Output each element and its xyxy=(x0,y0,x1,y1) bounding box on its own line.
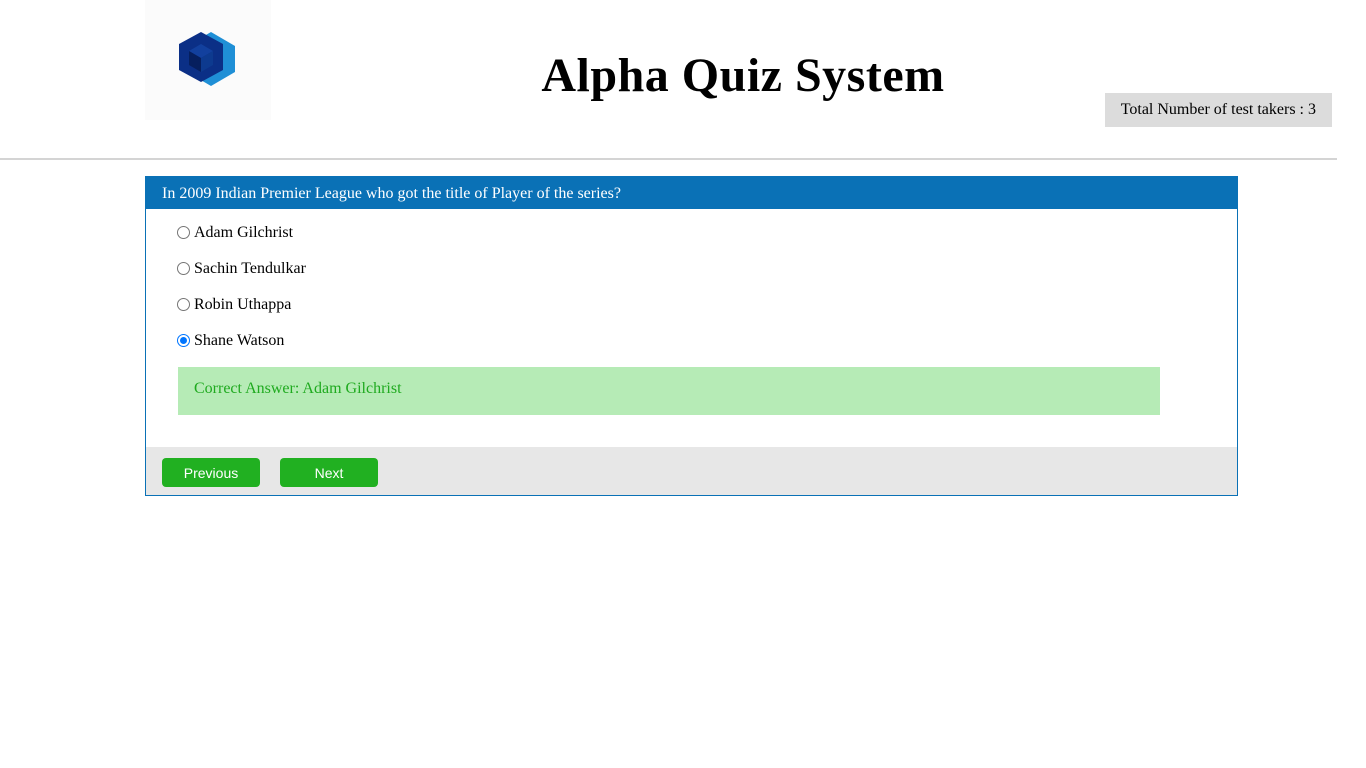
option-sachin-tendulkar[interactable]: Sachin Tendulkar xyxy=(177,258,306,280)
radio-button[interactable] xyxy=(177,225,190,239)
page: Alpha Quiz System Total Number of test t… xyxy=(0,0,1366,768)
next-button[interactable]: Next xyxy=(280,458,378,487)
radio-button-selected[interactable] xyxy=(177,333,190,347)
option-adam-gilchrist[interactable]: Adam Gilchrist xyxy=(177,222,293,244)
radio-button[interactable] xyxy=(177,297,190,311)
previous-button[interactable]: Previous xyxy=(162,458,260,487)
correct-answer-feedback: Correct Answer: Adam Gilchrist xyxy=(178,367,1160,415)
test-takers-count: Total Number of test takers : 3 xyxy=(1105,93,1332,127)
question-text: In 2009 Indian Premier League who got th… xyxy=(146,177,1237,209)
radio-button[interactable] xyxy=(177,261,190,275)
header-divider xyxy=(0,158,1337,160)
option-label: Shane Watson xyxy=(194,332,285,349)
option-robin-uthappa[interactable]: Robin Uthappa xyxy=(177,294,291,316)
quiz-navigation: Previous Next xyxy=(146,447,1237,495)
option-label: Robin Uthappa xyxy=(194,296,292,313)
option-label: Sachin Tendulkar xyxy=(194,260,306,277)
option-shane-watson[interactable]: Shane Watson xyxy=(177,330,284,352)
quiz-card: In 2009 Indian Premier League who got th… xyxy=(145,176,1238,496)
option-label: Adam Gilchrist xyxy=(194,224,294,241)
